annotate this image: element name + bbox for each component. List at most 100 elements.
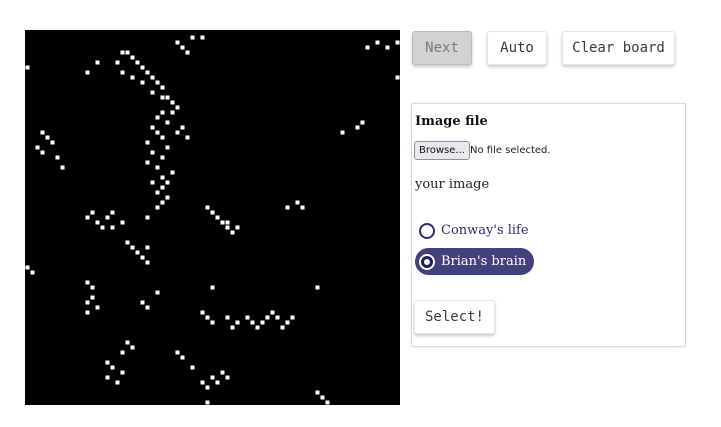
live-cell [140,65,145,70]
live-cell [145,260,150,265]
live-cell [110,365,115,370]
live-cell [225,220,230,225]
radio-label-brian: Brian's brain [441,254,527,269]
live-cell [205,205,210,210]
live-cell [150,150,155,155]
live-cell [295,200,300,205]
live-cell [300,205,305,210]
live-cell [315,390,320,395]
live-cell [265,315,270,320]
board-background [25,30,400,405]
live-cell [130,245,135,250]
live-cell [150,90,155,95]
radio-circle-icon [419,222,435,239]
live-cell [210,285,215,290]
live-cell [85,70,90,75]
live-cell [120,220,125,225]
live-cell [200,35,205,40]
select-button[interactable]: Select! [414,300,495,334]
live-cell [85,310,90,315]
live-cell [230,325,235,330]
live-cell [135,250,140,255]
live-cell [155,80,160,85]
live-cell [170,170,175,175]
live-cell [245,315,250,320]
live-cell [140,80,145,85]
live-cell [145,245,150,250]
live-cell [105,375,110,380]
auto-button[interactable]: Auto [487,31,547,65]
live-cell [200,310,205,315]
live-cell [175,105,180,110]
live-cell [150,75,155,80]
live-cell [160,135,165,140]
live-cell [125,50,130,55]
live-cell [275,315,280,320]
live-cell [285,320,290,325]
live-cell [120,370,125,375]
live-cell [160,155,165,160]
live-cell [280,325,285,330]
live-cell [160,95,165,100]
live-cell [215,215,220,220]
live-cell [225,375,230,380]
next-button[interactable]: Next [412,31,472,65]
live-cell [110,210,115,215]
live-cell [235,225,240,230]
radio-conways-life[interactable]: Conway's life [415,217,537,244]
live-cell [340,130,345,135]
live-cell [150,180,155,185]
live-cell [205,385,210,390]
live-cell [175,130,180,135]
live-cell [210,320,215,325]
live-cell [175,40,180,45]
live-cell [365,45,370,50]
live-cell [120,350,125,355]
live-cell [185,135,190,140]
live-cell [155,190,160,195]
live-cell [250,320,255,325]
live-cell [95,60,100,65]
clear-board-button[interactable]: Clear board [562,31,675,65]
live-cell [30,270,35,275]
live-cell [135,60,140,65]
live-cell [90,285,95,290]
live-cell [155,290,160,295]
live-cell [145,305,150,310]
radio-selected-icon [419,253,435,270]
live-cell [165,145,170,150]
live-cell [170,100,175,105]
radio-brians-brain[interactable]: Brian's brain [415,248,535,275]
live-cell [155,130,160,135]
live-cell [85,215,90,220]
browse-button[interactable]: Browse... [414,141,470,160]
live-cell [325,400,330,405]
live-cell [395,75,400,80]
live-cell [395,40,400,45]
live-cell [85,300,90,305]
live-cell [165,195,170,200]
live-cell [170,110,175,115]
live-cell [360,120,365,125]
live-cell [120,70,125,75]
live-cell [290,315,295,320]
live-cell [105,215,110,220]
live-cell [160,200,165,205]
live-cell [210,375,215,380]
game-board[interactable] [25,30,400,405]
live-cell [115,60,120,65]
live-cell [160,185,165,190]
live-cell [225,225,230,230]
live-cell [115,380,120,385]
live-cell [285,205,290,210]
live-cell [40,130,45,135]
live-cell [155,115,160,120]
live-cell [100,225,105,230]
radio-label-conway: Conway's life [441,223,529,238]
live-cell [355,125,360,130]
live-cell [155,205,160,210]
live-cell [35,145,40,150]
image-file-heading: Image file [415,114,488,129]
live-cell [90,295,95,300]
live-cell [25,65,30,70]
